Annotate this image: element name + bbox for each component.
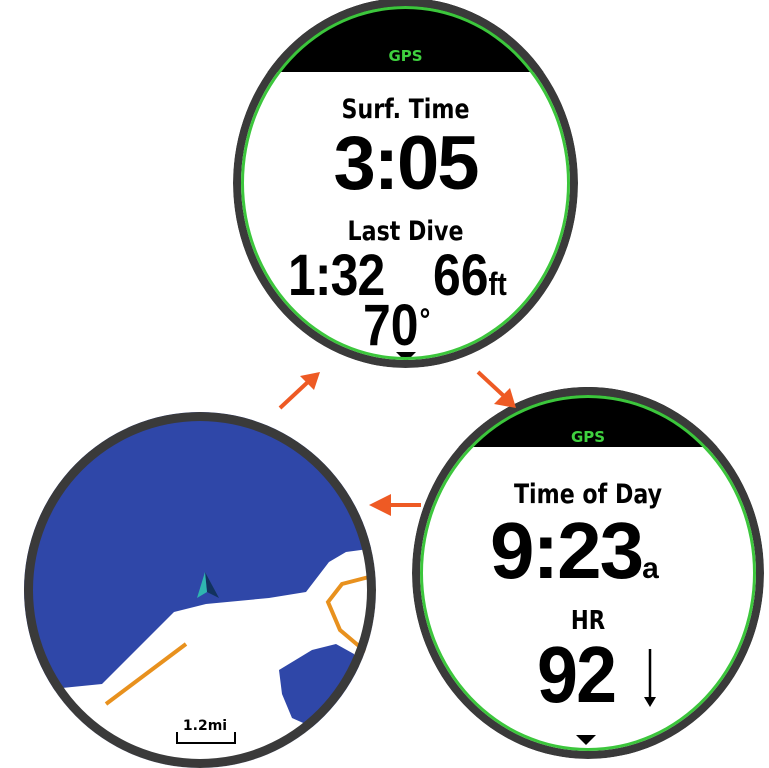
- gps-label: GPS: [388, 47, 423, 65]
- surf-time-value: 3:05: [333, 121, 479, 206]
- right-watch-face: GPS Time of Day 9:23a HR 92: [412, 387, 764, 759]
- last-dive-depth: 66ft: [433, 246, 507, 321]
- map-watch-face: 1.2mi: [24, 412, 376, 768]
- navigation-arrow-icon: [197, 572, 219, 598]
- arrow-up-right-icon: [278, 372, 320, 410]
- gps-status-bar: GPS: [233, 0, 578, 72]
- arrow-down-icon: [644, 649, 656, 707]
- hr-value: 92: [537, 630, 617, 719]
- arrow-left-icon: [369, 494, 421, 516]
- scroll-down-icon[interactable]: [396, 352, 416, 362]
- depth-unit: ft: [488, 266, 507, 302]
- scroll-down-icon[interactable]: [576, 735, 596, 745]
- gps-status-bar: GPS: [412, 387, 764, 447]
- map-scale-label: 1.2mi: [182, 718, 228, 734]
- time-suffix: a: [642, 552, 659, 585]
- time-of-day-value: 9:23a: [490, 511, 659, 614]
- top-watch-face: GPS Surf. Time 3:05 Last Dive 1:32 66ft …: [233, 0, 578, 368]
- time-value: 9:23: [490, 506, 644, 595]
- temperature-value: 70: [363, 293, 419, 358]
- arrow-down-right-icon: [476, 370, 516, 408]
- depth-value: 66: [433, 243, 489, 308]
- temperature-unit: °: [418, 304, 432, 339]
- gps-label: GPS: [570, 428, 606, 446]
